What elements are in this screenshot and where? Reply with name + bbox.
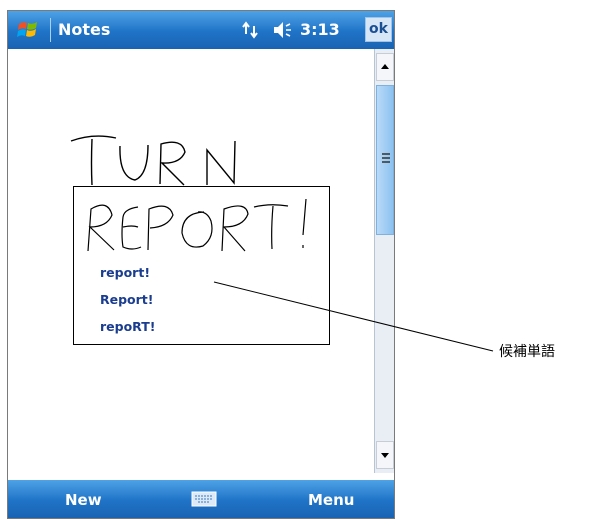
- arrow-down-icon: [381, 453, 389, 458]
- clock[interactable]: 3:13: [300, 20, 340, 39]
- menu-button[interactable]: Menu: [308, 491, 354, 509]
- ok-button[interactable]: ok: [365, 17, 392, 42]
- candidate-popup: report! Report! repoRT!: [73, 186, 330, 345]
- sync-arrows-icon[interactable]: [241, 20, 261, 40]
- app-title: Notes: [58, 20, 111, 39]
- pocketpc-screen: Notes 3:13 ok report! Report! repoRT! Ne…: [7, 10, 395, 519]
- scroll-down-button[interactable]: [376, 441, 394, 469]
- scroll-thumb[interactable]: [376, 85, 394, 235]
- grip-icon: [382, 153, 390, 163]
- title-bar: Notes 3:13 ok: [8, 11, 394, 49]
- new-button[interactable]: New: [65, 491, 102, 509]
- windows-flag-icon[interactable]: [16, 17, 42, 43]
- candidate-word-1[interactable]: report!: [100, 265, 150, 280]
- keyboard-icon[interactable]: [191, 491, 217, 507]
- candidate-word-3[interactable]: repoRT!: [100, 319, 155, 334]
- vertical-scrollbar[interactable]: [374, 49, 394, 473]
- arrow-up-icon: [381, 64, 389, 69]
- handwriting-turn: [70, 135, 236, 186]
- bottom-menu-bar: New Menu: [8, 480, 394, 518]
- scroll-up-button[interactable]: [376, 53, 394, 81]
- title-separator: [50, 18, 51, 42]
- speaker-icon[interactable]: [272, 19, 296, 41]
- candidate-word-2[interactable]: Report!: [100, 292, 153, 307]
- callout-label: 候補単語: [499, 344, 555, 360]
